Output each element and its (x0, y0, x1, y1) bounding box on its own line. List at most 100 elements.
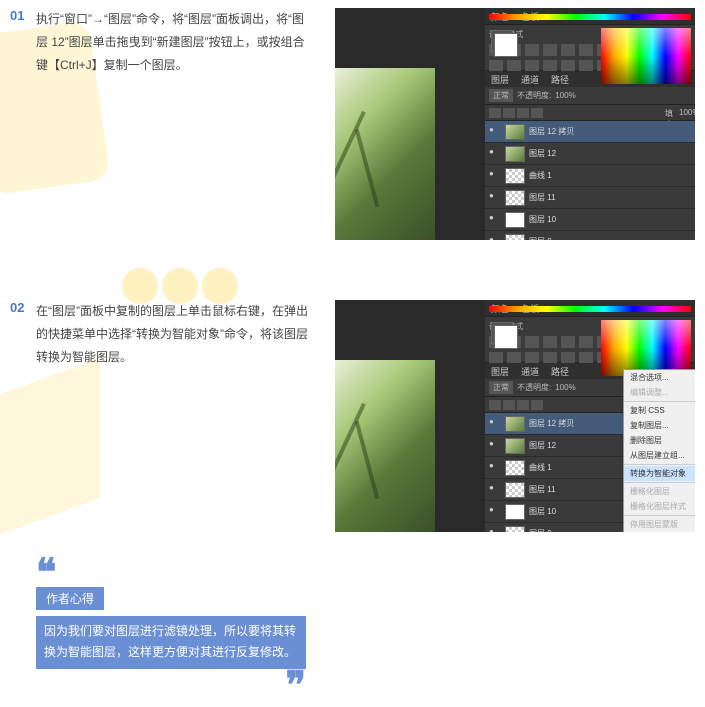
ps-panels: 颜色 色板 调整 样式 图层 通道 路径 正 (485, 8, 695, 240)
eye-icon[interactable] (489, 170, 501, 182)
layer-name: 图层 9 (529, 236, 552, 240)
screenshot-step-02: 颜色 色板 调整 样式 图层 通道 路径 正 (335, 300, 695, 532)
opacity-label: 不透明度: (517, 382, 551, 393)
lock-icon[interactable] (503, 400, 515, 410)
canvas-photo (335, 68, 435, 240)
layer-thumb (505, 504, 525, 520)
layer-name: 图层 11 (529, 192, 556, 203)
blend-mode-select[interactable]: 正常 (489, 89, 513, 102)
layer-row[interactable]: 曲线 1 (485, 165, 695, 187)
layer-row[interactable]: 图层 10 (485, 209, 695, 231)
layer-row[interactable]: 图层 9 (485, 231, 695, 240)
menu-item[interactable]: 混合选项... (624, 370, 695, 385)
screenshot-step-01: 颜色 色板 调整 样式 图层 通道 路径 正 (335, 8, 695, 240)
menu-separator (624, 401, 695, 402)
eye-icon[interactable] (489, 418, 501, 430)
tab-channels[interactable]: 通道 (515, 363, 545, 379)
layer-name: 图层 12 拷贝 (529, 418, 574, 429)
lock-icon[interactable] (517, 108, 529, 118)
eye-icon[interactable] (489, 214, 501, 226)
lock-icon[interactable] (503, 108, 515, 118)
blend-mode-select[interactable]: 正常 (489, 381, 513, 394)
eye-icon[interactable] (489, 484, 501, 496)
layer-thumb (505, 234, 525, 241)
layers-panel: 图层 通道 路径 正常 不透明度: 100% 填充: 100% 图层 12 拷贝 (485, 71, 695, 240)
hue-strip[interactable] (489, 306, 691, 312)
menu-item-convert-smart-object[interactable]: 转换为智能对象 (624, 466, 695, 481)
fg-bg-swatch[interactable] (491, 30, 513, 52)
tab-paths[interactable]: 路径 (545, 71, 575, 87)
layer-name: 图层 9 (529, 528, 552, 532)
hue-strip[interactable] (489, 14, 691, 20)
layer-name: 图层 10 (529, 506, 556, 517)
layer-list: 图层 12 拷贝 图层 12 曲线 1 图层 11 图层 10 图层 9 (485, 121, 695, 240)
layer-thumb (505, 212, 525, 228)
layer-thumb (505, 416, 525, 432)
eye-icon[interactable] (489, 462, 501, 474)
menu-item: 栅格化图层样式 (624, 499, 695, 514)
lock-icon[interactable] (489, 108, 501, 118)
lock-icon[interactable] (489, 400, 501, 410)
author-note-title: 作者心得 (36, 587, 104, 610)
color-spectrum[interactable] (601, 28, 691, 84)
eye-icon[interactable] (489, 192, 501, 204)
layer-name: 曲线 1 (529, 170, 552, 181)
menu-separator (624, 464, 695, 465)
menu-item[interactable]: 从图层建立组... (624, 448, 695, 463)
menu-separator (624, 482, 695, 483)
layer-thumb (505, 526, 525, 533)
step-01: 01 执行“窗口”→“图层”命令，将“图层”面板调出，将“图层 12”图层单击拖… (10, 8, 695, 240)
menu-item[interactable]: 复制图层... (624, 418, 695, 433)
author-note: ❝ 作者心得 因为我们要对图层进行滤镜处理，所以要将其转换为智能图层，这样更方便… (36, 562, 306, 698)
step-text: 执行“窗口”→“图层”命令，将“图层”面板调出，将“图层 12”图层单击拖曳到“… (36, 8, 314, 76)
tab-paths[interactable]: 路径 (545, 363, 575, 379)
menu-item: 停用图层蒙版 (624, 517, 695, 532)
lock-icon[interactable] (531, 400, 543, 410)
layer-row[interactable]: 图层 11 (485, 187, 695, 209)
quote-close-icon: ❞ (36, 675, 306, 698)
layer-context-menu: 混合选项... 编辑调整... 复制 CSS 复制图层... 删除图层 从图层建… (623, 369, 695, 532)
step-number: 02 (10, 300, 36, 315)
layer-row[interactable]: 图层 12 拷贝 (485, 121, 695, 143)
layer-name: 图层 12 (529, 148, 556, 159)
layer-name: 图层 12 拷贝 (529, 126, 574, 137)
layer-name: 图层 12 (529, 440, 556, 451)
menu-item[interactable]: 复制 CSS (624, 403, 695, 418)
tab-layers[interactable]: 图层 (485, 71, 515, 87)
fill-label: 填充: (665, 108, 677, 118)
layer-thumb (505, 460, 525, 476)
eye-icon[interactable] (489, 528, 501, 533)
layer-thumb (505, 124, 525, 140)
layer-thumb (505, 438, 525, 454)
eye-icon[interactable] (489, 506, 501, 518)
eye-icon[interactable] (489, 148, 501, 160)
ps-panels: 颜色 色板 调整 样式 图层 通道 路径 正 (485, 300, 695, 532)
layer-name: 图层 11 (529, 484, 556, 495)
quote-open-icon: ❝ (36, 562, 306, 585)
fill-value[interactable]: 100% (679, 108, 691, 118)
eye-icon[interactable] (489, 236, 501, 241)
color-spectrum[interactable] (601, 320, 691, 376)
eye-icon[interactable] (489, 440, 501, 452)
menu-item: 栅格化图层 (624, 484, 695, 499)
step-number: 01 (10, 8, 36, 23)
tab-layers[interactable]: 图层 (485, 363, 515, 379)
lock-icon[interactable] (517, 400, 529, 410)
canvas-photo (335, 360, 435, 532)
opacity-value[interactable]: 100% (555, 91, 575, 100)
layer-thumb (505, 190, 525, 206)
layer-row[interactable]: 图层 12 (485, 143, 695, 165)
color-panel (485, 316, 695, 317)
layer-name: 曲线 1 (529, 462, 552, 473)
step-text: 在“图层”面板中复制的图层上单击鼠标右键，在弹出的快捷菜单中选择“转换为智能对象… (36, 300, 314, 368)
opacity-label: 不透明度: (517, 90, 551, 101)
layer-thumb (505, 482, 525, 498)
menu-item[interactable]: 删除图层 (624, 433, 695, 448)
color-panel (485, 24, 695, 25)
eye-icon[interactable] (489, 126, 501, 138)
menu-separator (624, 515, 695, 516)
tab-channels[interactable]: 通道 (515, 71, 545, 87)
opacity-value[interactable]: 100% (555, 383, 575, 392)
lock-icon[interactable] (531, 108, 543, 118)
fg-bg-swatch[interactable] (491, 322, 513, 344)
